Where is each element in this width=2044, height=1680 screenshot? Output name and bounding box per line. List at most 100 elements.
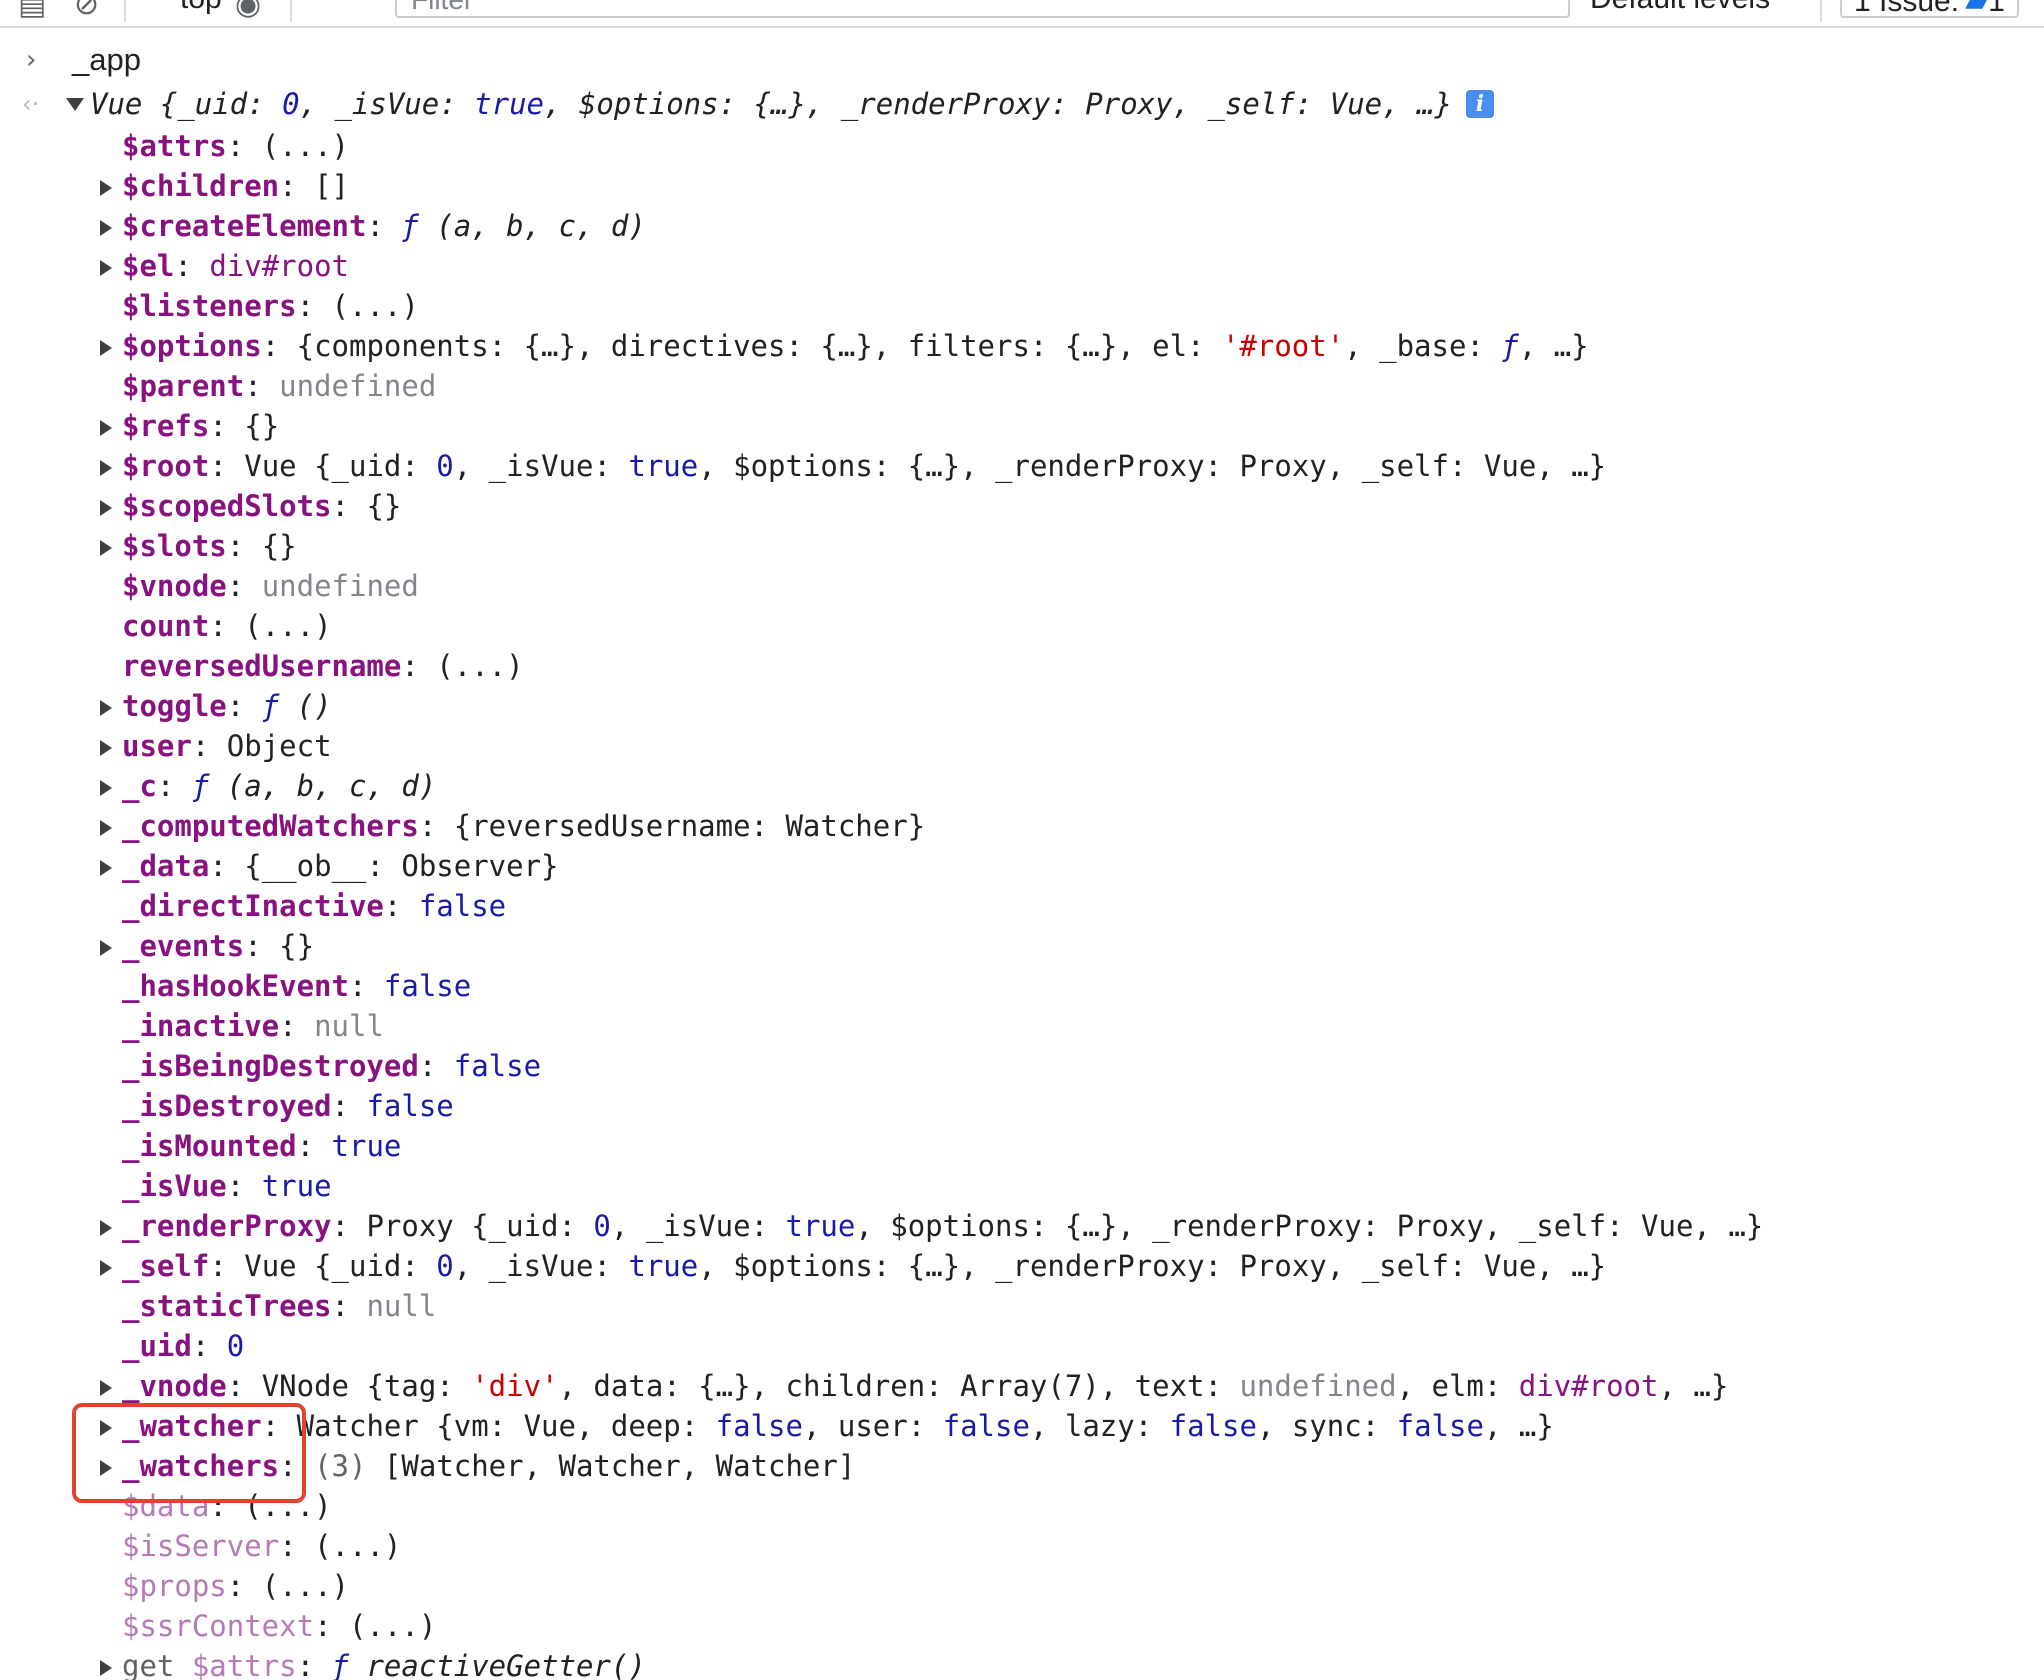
issues-button[interactable]: 1 Issue: ▰1: [1840, 0, 2019, 18]
function-glyph: ƒ: [1501, 329, 1519, 363]
property-row[interactable]: _self: Vue {_uid: 0, _isVue: true, $opti…: [0, 1246, 2044, 1286]
property-row[interactable]: $children: []: [0, 166, 2044, 206]
sidebar-toggle-icon[interactable]: ▤: [18, 0, 46, 20]
colon: :: [279, 1009, 315, 1043]
property-row[interactable]: _watcher: Watcher {vm: Vue, deep: false,…: [0, 1406, 2044, 1446]
colon: :: [331, 1089, 367, 1123]
property-value: , _isVue:: [610, 1209, 786, 1243]
property-key: $vnode: [122, 569, 227, 603]
property-row[interactable]: get $attrs: ƒ reactiveGetter(): [0, 1646, 2044, 1680]
property-value: , …}: [1658, 1369, 1729, 1403]
expand-triangle-icon[interactable]: [100, 820, 112, 836]
property-row[interactable]: _events: {}: [0, 926, 2044, 966]
property-row[interactable]: $refs: {}: [0, 406, 2044, 446]
eye-icon[interactable]: ◉: [235, 0, 261, 20]
property-value: {components: {…}, directives: {…}, filte…: [296, 329, 1222, 363]
expand-triangle-icon[interactable]: [100, 1380, 112, 1396]
context-selector[interactable]: top: [180, 0, 222, 16]
property-row[interactable]: $root: Vue {_uid: 0, _isVue: true, $opti…: [0, 446, 2044, 486]
property-row[interactable]: $createElement: ƒ (a, b, c, d): [0, 206, 2044, 246]
boolean-value: true: [628, 1249, 699, 1283]
property-row: _directInactive: false: [0, 886, 2044, 926]
expand-triangle-icon[interactable]: [100, 860, 112, 876]
clear-console-icon[interactable]: ⊘: [74, 0, 99, 20]
property-row: count: (...): [0, 606, 2044, 646]
summary-key: $options:: [578, 87, 754, 121]
expand-triangle-icon[interactable]: [100, 180, 112, 196]
expand-triangle-icon[interactable]: [100, 220, 112, 236]
property-value: {__ob__: Observer}: [244, 849, 559, 883]
expand-triangle-icon[interactable]: [100, 1260, 112, 1276]
expand-triangle-icon[interactable]: [100, 540, 112, 556]
property-value: Object: [226, 729, 332, 763]
colon: :: [244, 369, 280, 403]
property-key: $el: [122, 249, 175, 283]
property-row: $listeners: (...): [0, 286, 2044, 326]
property-row[interactable]: _c: ƒ (a, b, c, d): [0, 766, 2044, 806]
property-row: _inactive: null: [0, 1006, 2044, 1046]
property-row[interactable]: toggle: ƒ (): [0, 686, 2044, 726]
property-value: , data: {…}, children: Array(7), text:: [558, 1369, 1240, 1403]
property-value: []: [314, 169, 349, 203]
function-glyph: ƒ: [261, 689, 280, 723]
expand-triangle-icon[interactable]: [100, 1660, 112, 1676]
colon: :: [174, 249, 210, 283]
property-row[interactable]: $el: div#root: [0, 246, 2044, 286]
summary-key: _self:: [1207, 87, 1330, 121]
property-key: _events: [122, 929, 245, 963]
property-row: $props: (...): [0, 1566, 2044, 1606]
colon: :: [279, 1529, 315, 1563]
property-row[interactable]: _renderProxy: Proxy {_uid: 0, _isVue: tr…: [0, 1206, 2044, 1246]
property-key: _computedWatchers: [122, 809, 419, 843]
issues-icon: ▰: [1965, 0, 1989, 18]
property-key: $scopedSlots: [122, 489, 332, 523]
toolbar-divider: [290, 0, 292, 22]
property-key: _inactive: [122, 1009, 280, 1043]
expand-triangle-icon[interactable]: [100, 780, 112, 796]
expanded-triangle-icon[interactable]: [66, 97, 84, 111]
result-summary[interactable]: ‹· Vue {_uid: 0, _isVue: true, $options:…: [22, 84, 1494, 124]
summary-separator: ,: [1172, 87, 1208, 121]
summary-value: Proxy: [1085, 87, 1173, 121]
expand-triangle-icon[interactable]: [100, 500, 112, 516]
info-icon[interactable]: i: [1465, 90, 1494, 118]
property-row[interactable]: $scopedSlots: {}: [0, 486, 2044, 526]
number-value: 0: [593, 1209, 611, 1243]
expand-triangle-icon[interactable]: [100, 460, 112, 476]
property-row[interactable]: _computedWatchers: {reversedUsername: Wa…: [0, 806, 2044, 846]
expand-triangle-icon[interactable]: [100, 700, 112, 716]
boolean-value: false: [1169, 1409, 1257, 1443]
property-row: $vnode: undefined: [0, 566, 2044, 606]
element-tag: div#root: [209, 249, 349, 283]
property-value: , _base:: [1344, 329, 1502, 363]
console-toolbar: ▤ ⊘ top ◉ Filter Default levels 1 Issue:…: [0, 0, 2044, 28]
property-value: {}: [261, 529, 297, 563]
expand-triangle-icon[interactable]: [100, 740, 112, 756]
log-levels-dropdown[interactable]: Default levels: [1590, 0, 1770, 16]
property-row[interactable]: _watchers: (3) [Watcher, Watcher, Watche…: [0, 1446, 2044, 1486]
expand-triangle-icon[interactable]: [100, 420, 112, 436]
property-key: $root: [122, 449, 210, 483]
property-key: $listeners: [122, 289, 297, 323]
function-glyph: ƒ: [191, 769, 210, 803]
colon: :: [401, 649, 437, 683]
property-row: _uid: 0: [0, 1326, 2044, 1366]
summary-value: 0: [282, 87, 300, 121]
expand-triangle-icon[interactable]: [100, 1220, 112, 1236]
property-row[interactable]: user: Object: [0, 726, 2044, 766]
property-row[interactable]: $slots: {}: [0, 526, 2044, 566]
property-key: _staticTrees: [122, 1289, 332, 1323]
property-key: _self: [122, 1249, 210, 1283]
expand-triangle-icon[interactable]: [100, 340, 112, 356]
property-value: (...): [244, 609, 332, 643]
property-row[interactable]: _data: {__ob__: Observer}: [0, 846, 2044, 886]
property-row[interactable]: $options: {components: {…}, directives: …: [0, 326, 2044, 366]
filter-input[interactable]: Filter: [395, 0, 1570, 18]
colon: :: [296, 289, 332, 323]
colon: :: [366, 209, 402, 243]
property-row[interactable]: _vnode: VNode {tag: 'div', data: {…}, ch…: [0, 1366, 2044, 1406]
expand-triangle-icon[interactable]: [100, 260, 112, 276]
expand-triangle-icon[interactable]: [100, 940, 112, 956]
summary-tail: , …}: [1382, 87, 1452, 121]
property-key: _renderProxy: [122, 1209, 332, 1243]
